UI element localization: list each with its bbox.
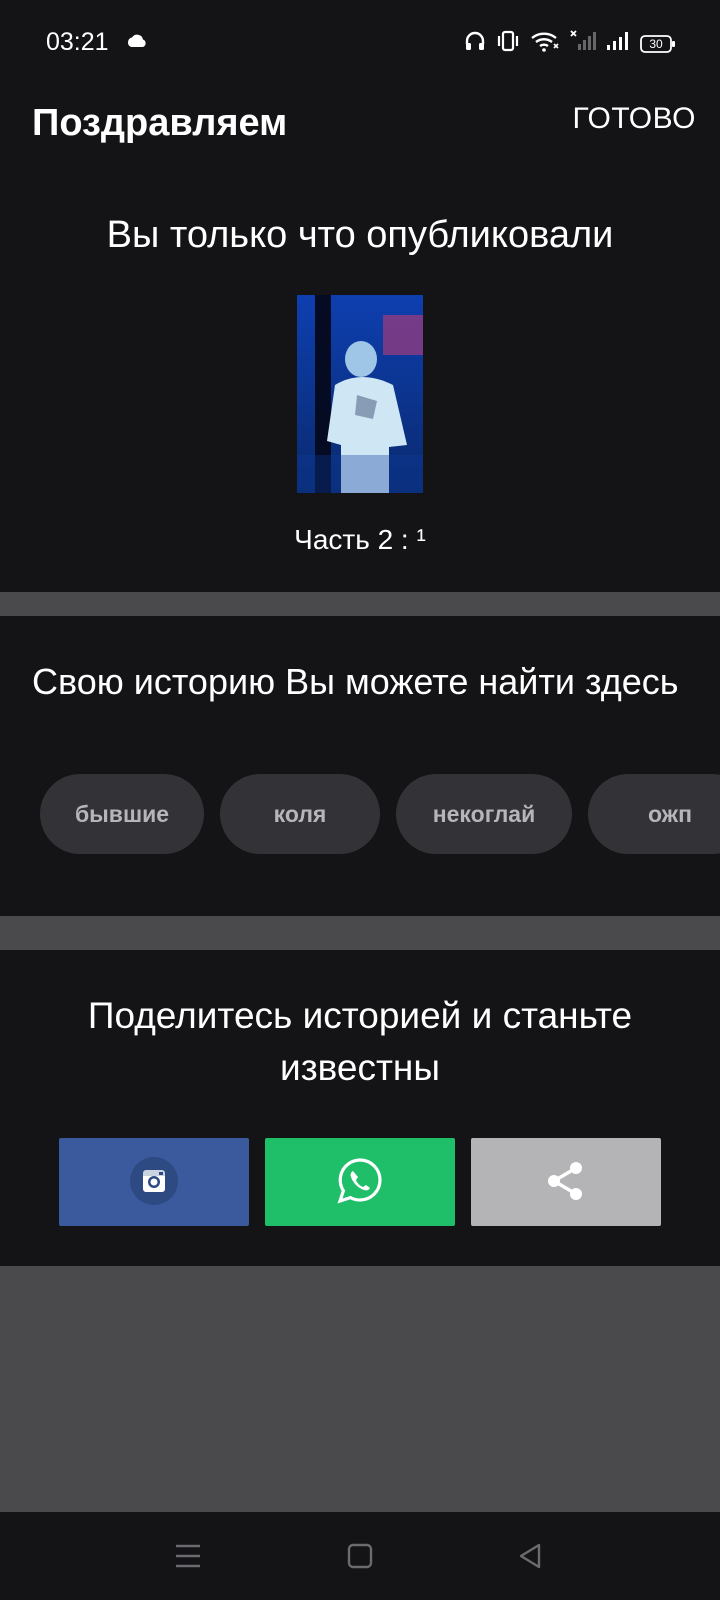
share-section: Поделитесь историей и станьте известны [0,950,720,1266]
signal-no-service-icon [570,30,596,57]
status-time: 03:21 [46,28,109,56]
share-title: Поделитесь историей и станьте известны [87,995,633,1088]
whatsapp-icon [335,1156,385,1209]
published-section: Вы только что опубликовали Часть 2 : ¹ [0,184,720,592]
tag-chip[interactable]: бывшие [40,774,204,854]
instagram-icon [129,1156,179,1209]
menu-icon[interactable] [168,1536,208,1576]
cloud-icon [126,34,148,53]
story-title: Свою историю Вы можете найти здесь [32,661,679,702]
header: Поздравляем ГОТОВО [0,88,720,184]
share-button[interactable] [471,1138,661,1226]
done-button[interactable]: ГОТОВО [572,102,696,136]
status-icons: 30 [464,30,676,57]
tag-chip[interactable]: ожп [588,774,720,854]
whatsapp-share-button[interactable] [265,1138,455,1226]
share-icon [544,1159,588,1206]
screen: 03:21 30 Поздравляем ГОТОВО Вы только чт… [0,0,720,1600]
story-section: Свою историю Вы можете найти здесь бывши… [0,616,720,916]
part-label: Часть 2 : ¹ [294,524,426,555]
back-triangle-icon[interactable] [510,1536,550,1576]
battery-icon: 30 [640,34,676,54]
home-square-icon[interactable] [340,1536,380,1576]
battery-level: 30 [649,36,663,51]
story-thumbnail[interactable] [297,295,423,493]
tag-list: бывшие коля некоглай ожп [40,774,720,854]
page-title: Поздравляем [32,102,288,144]
wifi-icon [530,30,560,57]
tag-chip[interactable]: некоглай [396,774,572,854]
published-title: Вы только что опубликовали [106,214,614,256]
tag-chip[interactable]: коля [220,774,380,854]
headphones-icon [464,30,486,57]
status-bar: 03:21 30 [0,0,720,88]
signal-icon [606,30,630,57]
instagram-share-button[interactable] [59,1138,249,1226]
navigation-bar [0,1512,720,1600]
vibrate-icon [496,30,520,57]
